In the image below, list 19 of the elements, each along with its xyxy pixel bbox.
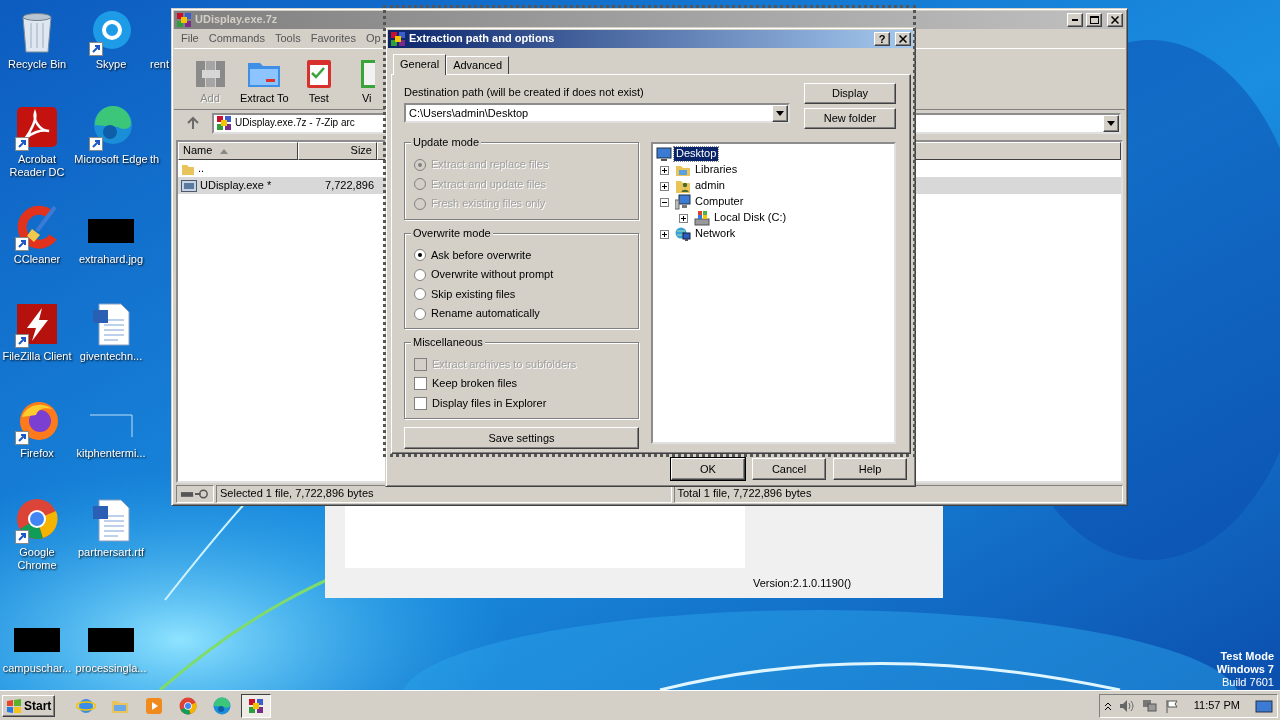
file-size: 7,722,896 xyxy=(324,178,375,193)
system-notice-text: Build 7601 xyxy=(1222,676,1274,689)
dialog-title: Extraction path and options xyxy=(409,32,556,46)
window-title: UDisplay.exe.7z xyxy=(195,13,279,27)
group-title: Overwrite mode xyxy=(411,226,493,240)
group-title: Update mode xyxy=(411,136,482,150)
option-label: Rename automatically xyxy=(431,307,540,321)
version-text: Version:2.1.0.1190() xyxy=(753,577,853,591)
file-name: .. xyxy=(198,161,205,176)
option-label: Overwrite without prompt xyxy=(431,268,554,282)
option-label: Keep broken files xyxy=(432,377,517,391)
option-label: Skip existing files xyxy=(431,287,516,301)
system-notice-text: Test Mode xyxy=(1220,650,1274,663)
field-label: Destination path (will be created if does not exist) xyxy=(404,86,645,100)
option-label: Ask before overwrite xyxy=(431,248,532,262)
option-label: Display files in Explorer xyxy=(432,396,547,410)
group-title: Miscellaneous xyxy=(411,335,485,349)
file-name: UDisplay.exe * xyxy=(200,178,272,193)
system-notice-text: Windows 7 xyxy=(1216,663,1274,676)
